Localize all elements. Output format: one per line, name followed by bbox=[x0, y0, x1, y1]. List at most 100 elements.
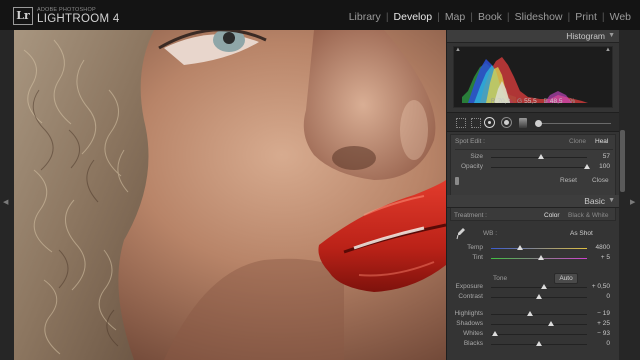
shadows-value[interactable]: + 25 bbox=[597, 320, 610, 327]
size-value[interactable]: 57 bbox=[603, 153, 610, 160]
opacity-slider-row: Opacity 100 bbox=[447, 163, 619, 173]
adjustment-brush-track[interactable] bbox=[537, 123, 611, 124]
module-book[interactable]: Book bbox=[473, 11, 507, 23]
whites-slider-track[interactable] bbox=[491, 334, 587, 335]
right-edge-strip[interactable] bbox=[626, 30, 640, 360]
treatment-row: Treatment : Color Black & White bbox=[447, 210, 619, 222]
module-web[interactable]: Web bbox=[605, 11, 636, 23]
spot-edit-footer: Reset Close bbox=[447, 176, 619, 188]
graduated-filter-icon[interactable] bbox=[519, 118, 527, 128]
collapse-triangle-icon[interactable]: ▼ bbox=[608, 197, 615, 204]
adjustment-brush-icon[interactable] bbox=[535, 120, 542, 127]
module-develop[interactable]: Develop bbox=[389, 11, 438, 23]
panel-scrollbar-thumb[interactable] bbox=[620, 130, 625, 192]
contrast-slider-knob[interactable] bbox=[536, 294, 542, 299]
highlights-label: Highlights bbox=[454, 310, 483, 317]
blacks-value[interactable]: 0 bbox=[606, 340, 610, 347]
spot-edit-label: Spot Edit : bbox=[455, 138, 485, 145]
spot-removal-tool-icon[interactable] bbox=[484, 117, 495, 128]
shadows-slider-track[interactable] bbox=[491, 324, 587, 325]
treatment-bw-button[interactable]: Black & White bbox=[568, 212, 608, 219]
opacity-slider-knob[interactable] bbox=[584, 164, 590, 169]
treatment-color-button[interactable]: Color bbox=[544, 212, 560, 219]
highlights-slider-knob[interactable] bbox=[527, 311, 534, 316]
percent-unit: % bbox=[569, 98, 576, 105]
grid-tool-icon[interactable] bbox=[456, 118, 466, 128]
top-bar: Lr ADOBE PHOTOSHOP LIGHTROOM 4 Library |… bbox=[0, 0, 640, 30]
photo-canvas[interactable] bbox=[14, 30, 446, 360]
module-map[interactable]: Map bbox=[440, 11, 470, 23]
histogram-title: Histogram bbox=[566, 31, 605, 41]
blacks-slider-knob[interactable] bbox=[536, 341, 542, 346]
b-value: 48,5 bbox=[549, 98, 563, 105]
collapse-right-panel-icon[interactable]: ▶ bbox=[630, 198, 635, 206]
exposure-slider-knob[interactable] bbox=[540, 284, 547, 289]
wb-preset-select[interactable]: As Shot bbox=[570, 230, 593, 237]
r-label: R bbox=[490, 98, 496, 105]
exposure-slider-track[interactable] bbox=[491, 287, 587, 288]
blacks-label: Blacks bbox=[463, 340, 483, 347]
tint-label: Tint bbox=[472, 254, 483, 261]
opacity-slider-track[interactable] bbox=[491, 167, 587, 168]
show-overlay-icon[interactable] bbox=[455, 177, 459, 185]
eyedropper-icon[interactable] bbox=[456, 227, 466, 241]
g-label: G bbox=[517, 98, 523, 105]
panel-scrollbar[interactable] bbox=[619, 30, 626, 360]
blacks-slider-row: Blacks 0 bbox=[447, 340, 619, 350]
temp-slider-track[interactable] bbox=[491, 248, 587, 249]
tool-strip bbox=[447, 112, 619, 132]
size-slider-row: Size 57 bbox=[447, 153, 619, 163]
expand-left-panel-icon[interactable]: ◀ bbox=[3, 198, 8, 206]
g-value: 55,5 bbox=[524, 98, 537, 105]
module-library[interactable]: Library bbox=[344, 11, 386, 23]
crop-tool-icon[interactable] bbox=[471, 118, 481, 128]
module-picker: Library | Develop | Map | Book | Slidesh… bbox=[344, 11, 636, 23]
tint-slider-knob[interactable] bbox=[537, 255, 544, 260]
shadow-clipping-icon[interactable]: ▲ bbox=[455, 47, 461, 53]
module-slideshow[interactable]: Slideshow bbox=[510, 11, 568, 23]
tint-value[interactable]: + 5 bbox=[601, 254, 610, 261]
close-button[interactable]: Close bbox=[592, 177, 609, 184]
size-slider-knob[interactable] bbox=[537, 154, 544, 159]
collapse-triangle-icon[interactable]: ▼ bbox=[608, 32, 615, 39]
contrast-value[interactable]: 0 bbox=[606, 293, 610, 300]
whites-slider-knob[interactable] bbox=[491, 331, 498, 336]
left-panel-collapsed[interactable] bbox=[0, 30, 14, 360]
whites-slider-row: Whites − 93 bbox=[447, 330, 619, 340]
shadows-slider-knob[interactable] bbox=[547, 321, 554, 326]
whites-value[interactable]: − 93 bbox=[597, 330, 610, 337]
temp-slider-knob[interactable] bbox=[516, 245, 523, 250]
exposure-value[interactable]: + 0,50 bbox=[592, 283, 610, 290]
module-print[interactable]: Print bbox=[570, 11, 602, 23]
histogram-header[interactable]: Histogram ▼ bbox=[447, 30, 619, 43]
divider bbox=[455, 149, 613, 150]
right-panel: Histogram ▼ ▲ ▲ R 70,3 G 55,5 B 48,5 % Spot… bbox=[447, 30, 619, 360]
wb-label: WB : bbox=[483, 230, 498, 237]
highlights-slider-track[interactable] bbox=[491, 314, 587, 315]
highlight-clipping-icon[interactable]: ▲ bbox=[605, 47, 611, 53]
size-label: Size bbox=[470, 153, 483, 160]
brand-title: LIGHTROOM 4 bbox=[37, 13, 120, 25]
shadows-slider-row: Shadows + 25 bbox=[447, 320, 619, 330]
reset-button[interactable]: Reset bbox=[560, 177, 577, 184]
clone-mode-button[interactable]: Clone bbox=[569, 138, 586, 145]
contrast-slider-row: Contrast 0 bbox=[447, 293, 619, 303]
basic-title: Basic bbox=[584, 196, 605, 206]
tint-slider-row: Tint + 5 bbox=[447, 254, 619, 264]
exposure-label: Exposure bbox=[455, 283, 483, 290]
whites-label: Whites bbox=[463, 330, 483, 337]
heal-mode-button[interactable]: Heal bbox=[595, 138, 608, 145]
white-balance-row: WB : As Shot bbox=[447, 227, 619, 241]
treatment-label: Treatment : bbox=[454, 212, 487, 219]
temp-value[interactable]: 4800 bbox=[596, 244, 610, 251]
lightroom-logo: Lr bbox=[13, 7, 33, 25]
highlights-slider-row: Highlights − 19 bbox=[447, 310, 619, 320]
b-label: B bbox=[543, 98, 548, 105]
shadows-label: Shadows bbox=[456, 320, 483, 327]
red-eye-tool-icon[interactable] bbox=[501, 117, 512, 128]
temp-slider-row: Temp 4800 bbox=[447, 244, 619, 254]
basic-header[interactable]: Basic ▼ bbox=[447, 195, 619, 208]
opacity-value[interactable]: 100 bbox=[599, 163, 610, 170]
opacity-label: Opacity bbox=[460, 163, 483, 170]
highlights-value[interactable]: − 19 bbox=[597, 310, 610, 317]
